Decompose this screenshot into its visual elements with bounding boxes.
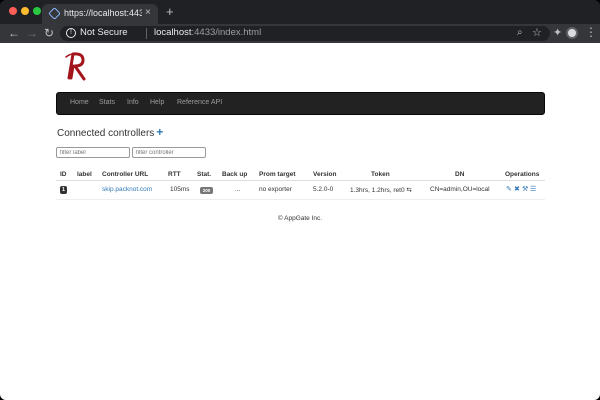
- row-controller-url-link[interactable]: skip.packnot.com: [102, 186, 152, 193]
- appgate-logo-icon: [65, 52, 86, 81]
- wrench-icon[interactable]: ⚒: [522, 185, 528, 193]
- delete-icon[interactable]: ✖: [514, 185, 520, 193]
- tab-close-icon[interactable]: ×: [145, 7, 151, 18]
- favicon-icon: [48, 7, 61, 20]
- col-header-version: Version: [313, 171, 337, 178]
- close-window-button[interactable]: [9, 7, 17, 15]
- address-divider: [146, 28, 147, 39]
- address-bar[interactable]: ! Not Secure localhost:4433/index.html ⌕…: [60, 26, 550, 41]
- col-header-stat: Stat.: [197, 171, 212, 178]
- forward-icon[interactable]: →: [26, 25, 38, 41]
- nav-info[interactable]: Info: [127, 99, 139, 106]
- page-title-text: Connected controllers: [57, 128, 155, 139]
- filter-label-input[interactable]: [56, 147, 130, 158]
- col-header-label: label: [77, 171, 92, 178]
- nav-help[interactable]: Help: [150, 99, 164, 106]
- page-footer: © AppGate Inc.: [277, 215, 323, 222]
- browser-tab[interactable]: https://localhost:4433/index.h ×: [42, 4, 158, 24]
- nav-stats[interactable]: Stats: [99, 99, 115, 106]
- nav-reference-api[interactable]: Reference API: [177, 99, 222, 106]
- url-path: :4433/index.html: [191, 27, 262, 38]
- edit-icon[interactable]: ✎: [506, 185, 512, 193]
- security-label[interactable]: Not Secure: [80, 27, 128, 38]
- bookmark-star-icon[interactable]: ☆: [532, 26, 542, 39]
- address-url[interactable]: localhost:4433/index.html: [154, 27, 261, 38]
- top-navbar: Home Stats Info Help Reference API: [56, 92, 545, 115]
- page-title: Connected controllers +: [57, 125, 163, 139]
- table-header-divider: [56, 180, 545, 181]
- row-rtt: 105ms: [170, 186, 190, 193]
- table-row-divider: [56, 199, 545, 200]
- new-tab-button[interactable]: +: [166, 4, 174, 19]
- back-icon[interactable]: ←: [8, 25, 20, 41]
- minimize-window-button[interactable]: [21, 7, 29, 15]
- tab-title: https://localhost:4433/index.h: [64, 8, 142, 18]
- col-header-backup: Back up: [222, 171, 248, 178]
- search-icon[interactable]: ⌕: [517, 27, 523, 38]
- row-prom-target: no exporter: [259, 186, 292, 193]
- not-secure-icon[interactable]: !: [66, 28, 76, 38]
- col-header-rtt: RTT: [168, 171, 181, 178]
- maximize-window-button[interactable]: [33, 7, 41, 15]
- row-version: 5.2.0-0: [313, 186, 334, 193]
- reload-icon[interactable]: ↻: [44, 25, 54, 41]
- col-header-id: ID: [60, 171, 67, 178]
- extensions-icon[interactable]: ✦: [553, 26, 562, 39]
- profile-avatar-icon[interactable]: [566, 27, 578, 39]
- web-page: Home Stats Info Help Reference API Conne…: [0, 43, 600, 400]
- row-id-badge: 1: [60, 186, 67, 194]
- row-dn: CN=admin,OU=local: [430, 186, 490, 193]
- row-backup: ...: [235, 186, 241, 193]
- tab-strip: https://localhost:4433/index.h × +: [0, 0, 600, 24]
- browser-menu-icon[interactable]: ⋮: [585, 25, 597, 39]
- url-host: localhost: [154, 27, 192, 38]
- col-header-prom-target: Prom target: [259, 171, 296, 178]
- col-header-token: Token: [371, 171, 390, 178]
- filter-controller-input[interactable]: [132, 147, 206, 158]
- row-token: 1.3hrs, 1.2hrs, ret0 ⇆: [350, 187, 412, 194]
- col-header-operations: Operations: [505, 171, 540, 178]
- row-status-badge: 200: [200, 187, 213, 194]
- col-header-controller-url: Controller URL: [102, 171, 149, 178]
- browser-toolbar: ← → ↻ ! Not Secure localhost:4433/index.…: [0, 24, 600, 43]
- add-controller-icon[interactable]: +: [156, 125, 163, 139]
- nav-home[interactable]: Home: [70, 99, 89, 106]
- database-icon[interactable]: ☰: [530, 185, 536, 193]
- col-header-dn: DN: [455, 171, 465, 178]
- browser-window: https://localhost:4433/index.h × + ← → ↻…: [0, 0, 600, 400]
